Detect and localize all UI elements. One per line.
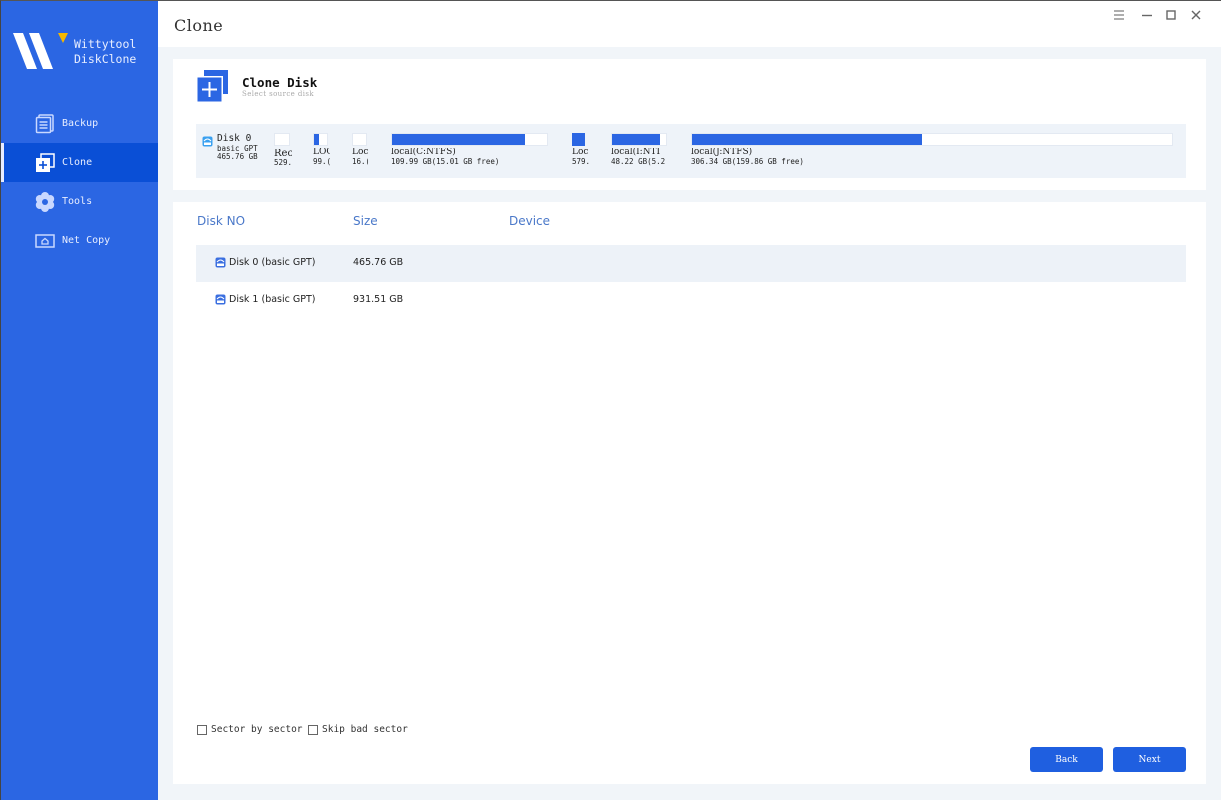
partition[interactable]: LOC 99.( xyxy=(313,133,330,166)
partition-size: 579. xyxy=(572,157,589,166)
disk-icon xyxy=(215,294,226,305)
logo-line-1: Wittytool xyxy=(74,37,137,51)
logo-icon xyxy=(13,33,68,69)
sidebar-item-label: Net Copy xyxy=(62,235,111,246)
skip-bad-sector-label: Skip bad sector xyxy=(322,724,408,735)
page-title: Clone xyxy=(174,16,224,35)
partition[interactable]: local(C:NTFS) 109.99 GB(15.01 GB free) xyxy=(391,133,551,166)
main-content: Clone Clone Disk Select source disk Disk… xyxy=(158,1,1221,800)
partition-size: 48.22 GB(5.2 xyxy=(611,157,666,166)
partition-usage-fill xyxy=(314,134,319,145)
sidebar-item-label: Tools xyxy=(62,196,93,207)
column-header-device: Device xyxy=(509,214,551,228)
sidebar: Wittytool DiskClone Backup Clone Tools N… xyxy=(1,1,158,800)
back-button[interactable]: Back xyxy=(1030,747,1103,772)
source-disk-card: Clone Disk Select source disk Disk 0 bas… xyxy=(173,59,1206,190)
partition[interactable]: local(J:NTFS) 306.34 GB(159.86 GB free) xyxy=(691,133,1173,166)
sector-by-sector-option[interactable]: Sector by sector xyxy=(197,724,303,735)
sector-by-sector-label: Sector by sector xyxy=(211,724,303,735)
disk-name: Disk 1 (basic GPT) xyxy=(229,294,316,305)
clone-icon xyxy=(36,152,55,172)
title-bar: Clone xyxy=(158,1,1221,47)
partition-size: 16.( xyxy=(352,157,368,166)
partition[interactable]: Loc 16.( xyxy=(352,133,368,166)
maximize-icon[interactable] xyxy=(1162,9,1180,27)
sidebar-item-label: Backup xyxy=(62,118,99,129)
backup-icon xyxy=(35,113,54,133)
partition-usage-fill xyxy=(612,134,661,145)
logo-line-2: DiskClone xyxy=(74,52,137,66)
disk-icon xyxy=(202,136,213,147)
skip-bad-sector-checkbox[interactable] xyxy=(308,724,318,735)
partition[interactable]: Rec 529. xyxy=(274,133,292,167)
disk-size: 465.76 GB xyxy=(353,257,404,268)
partition-size: 109.99 GB(15.01 GB free) xyxy=(391,157,500,166)
disk-map-size: 465.76 GB xyxy=(217,152,258,161)
sidebar-item-net-copy[interactable]: Net Copy xyxy=(1,221,158,260)
clone-disk-icon xyxy=(196,70,228,102)
logo-text: Wittytool DiskClone xyxy=(74,37,136,67)
close-icon[interactable] xyxy=(1187,9,1205,27)
disk-map[interactable]: Disk 0 basic GPT 465.76 GB Rec 529. LOC … xyxy=(196,124,1186,178)
card-title: Clone Disk xyxy=(242,75,318,90)
table-row[interactable]: Disk 1 (basic GPT) 931.51 GB xyxy=(196,282,1186,319)
disk-name: Disk 0 (basic GPT) xyxy=(229,257,316,268)
disk-size: 931.51 GB xyxy=(353,294,404,305)
partition-label: Rec xyxy=(274,149,292,158)
gear-icon xyxy=(35,191,55,212)
partition-usage-fill xyxy=(572,133,585,146)
disk-icon xyxy=(215,257,226,268)
net-copy-icon xyxy=(35,233,55,248)
next-button[interactable]: Next xyxy=(1113,747,1186,772)
partition[interactable]: Loc 579. xyxy=(572,133,589,166)
partition-label: LOC xyxy=(313,148,330,157)
disk-map-name: Disk 0 xyxy=(217,133,252,144)
column-header-disk-no: Disk NO xyxy=(197,214,246,228)
partition-label: local(J:NTFS) xyxy=(691,148,753,157)
partition[interactable]: local(I:NTI 48.22 GB(5.2 xyxy=(611,133,668,166)
sector-by-sector-checkbox[interactable] xyxy=(197,724,207,735)
sidebar-item-label: Clone xyxy=(62,157,93,168)
partition-label: local(I:NTI xyxy=(611,148,661,157)
table-row[interactable]: Disk 0 (basic GPT) 465.76 GB xyxy=(196,245,1186,282)
app-window: Wittytool DiskClone Backup Clone Tools N… xyxy=(0,0,1221,800)
partition-size: 306.34 GB(159.86 GB free) xyxy=(691,157,804,166)
minimize-icon[interactable] xyxy=(1138,9,1156,27)
partition-label: local(C:NTFS) xyxy=(391,148,456,157)
sidebar-item-tools[interactable]: Tools xyxy=(1,182,158,221)
partition-label: Loc xyxy=(572,148,589,157)
partition-size: 99.( xyxy=(313,157,330,166)
partition-usage-fill xyxy=(692,134,923,145)
menu-icon[interactable] xyxy=(1110,9,1128,27)
disk-list-card: Disk NO Size Device Disk 0 (basic GPT) 4… xyxy=(173,202,1206,784)
sidebar-item-clone[interactable]: Clone xyxy=(1,143,158,182)
partition-usage-fill xyxy=(392,134,526,145)
partition-label: Loc xyxy=(352,148,368,157)
card-subtitle: Select source disk xyxy=(242,90,314,98)
partition-size: 529. xyxy=(274,158,292,167)
skip-bad-sector-option[interactable]: Skip bad sector xyxy=(308,724,408,735)
column-header-size: Size xyxy=(353,214,378,228)
app-logo: Wittytool DiskClone xyxy=(11,29,151,73)
sidebar-item-backup[interactable]: Backup xyxy=(1,104,158,143)
